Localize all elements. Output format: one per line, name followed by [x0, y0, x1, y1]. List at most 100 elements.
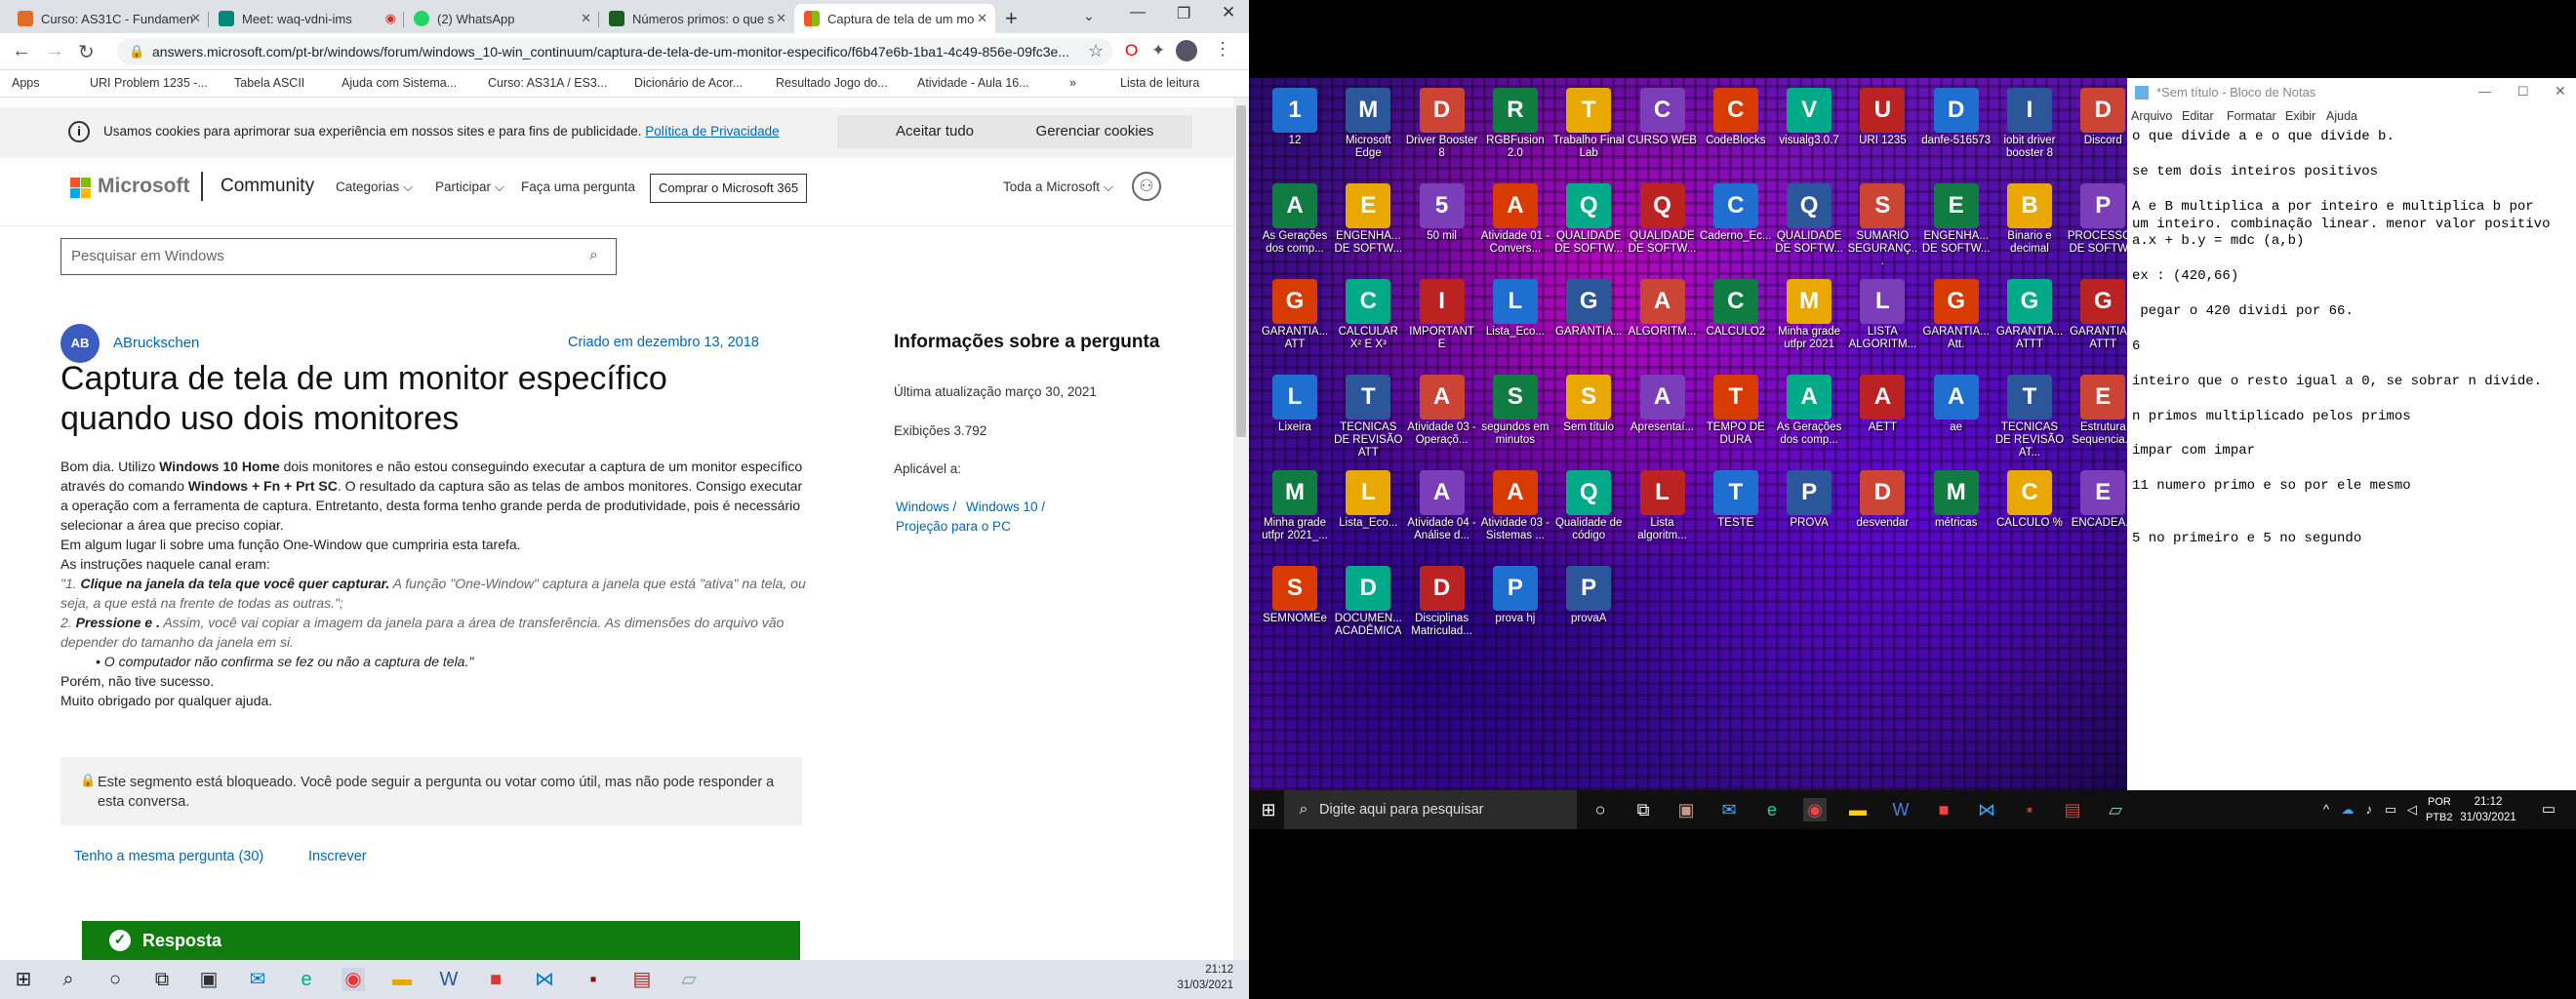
desktop-icon[interactable]: G GARANTIA... ATT — [1259, 275, 1331, 369]
clock-time[interactable]: 21:12 — [2459, 796, 2517, 808]
nav-faca-pergunta[interactable]: Faça uma pergunta — [521, 180, 635, 194]
desktop-icon[interactable]: Q Qualidade de código — [1552, 466, 1625, 560]
brand-name[interactable]: Microsoft — [98, 175, 190, 198]
winrar-icon[interactable]: ▤ — [2061, 798, 2084, 821]
desktop-icon[interactable]: U URI 1235 — [1846, 84, 1918, 178]
desktop-icon[interactable]: E ENCADEA... — [2067, 466, 2127, 560]
desktop-icon[interactable]: R RGBFusion 2.0 — [1479, 84, 1551, 178]
forward-icon[interactable]: → — [45, 40, 64, 62]
desktop-icon[interactable]: A AETT — [1846, 371, 1918, 464]
edge-icon[interactable]: e — [295, 968, 318, 991]
desktop-icon[interactable]: Ddanfe-516573 — [1920, 84, 1992, 178]
menu-ajuda[interactable]: Ajuda — [2326, 109, 2357, 123]
menu-kebab-icon[interactable]: ⋮ — [1214, 39, 1231, 60]
desktop-icon[interactable]: E ENGENHA... DE SOFTW... — [1332, 180, 1404, 273]
bookmark-uri[interactable]: URI Problem 1235 -... — [90, 76, 208, 90]
desktop-icon[interactable]: S SUMARIO SEGURANÇ... — [1846, 180, 1918, 273]
start-icon[interactable]: ⊞ — [1257, 798, 1280, 821]
tab-meet[interactable]: Meet: waq-vdni-ims ◉ — [209, 4, 404, 33]
notepad-text-area[interactable]: o que divide a e o que divide b. se tem … — [2127, 129, 2572, 790]
onedrive-icon[interactable]: ☁ — [2336, 798, 2359, 821]
snip-icon[interactable]: ▱ — [2104, 798, 2127, 821]
bookmarks-overflow[interactable]: » — [1069, 76, 1076, 90]
task-view-icon[interactable]: ⧉ — [1631, 798, 1655, 821]
desktop-icon[interactable]: L LISTA ALGORITM... — [1846, 275, 1918, 369]
desktop-icon[interactable]: L Lista algoritm... — [1627, 466, 1699, 560]
app-icon[interactable]: ■ — [484, 968, 507, 991]
desktop-icon[interactable]: C CALCULO % — [1993, 466, 2066, 560]
privacy-link[interactable]: Política de Privacidade — [645, 124, 779, 139]
reload-icon[interactable]: ↻ — [78, 40, 95, 64]
clock-time[interactable]: 21:12 — [1190, 964, 1233, 976]
desktop-icon[interactable]: A Apresentaí... — [1627, 371, 1699, 464]
desktop-icon[interactable]: A As Gerações dos comp... — [1259, 180, 1331, 273]
volume-icon[interactable]: ◁ — [2400, 798, 2424, 821]
edge-icon[interactable]: e — [1760, 798, 1784, 821]
buy-m365-button[interactable]: Comprar o Microsoft 365 — [650, 174, 808, 203]
terminal-icon[interactable]: ▪ — [582, 968, 605, 991]
desktop-icon[interactable]: L Lixeira — [1259, 371, 1331, 464]
app-icon[interactable]: ■ — [1932, 798, 1955, 821]
applies-windows10[interactable]: Windows 10 / — [966, 500, 1045, 514]
desktop-icon[interactable]: C Caderno_Ec... — [1700, 180, 1772, 273]
search-input[interactable]: Pesquisar em Windows — [60, 238, 617, 275]
opera-icon[interactable]: O — [1125, 41, 1138, 60]
word-icon[interactable]: W — [1889, 798, 1912, 821]
desktop-icon[interactable]: L Lista_Eco... — [1332, 466, 1404, 560]
word-icon[interactable]: W — [437, 968, 461, 991]
desktop-icon[interactable]: Mmétricas — [1920, 466, 1992, 560]
author-link[interactable]: ABruckschen — [113, 335, 199, 351]
bookmark-ascii[interactable]: Tabela ASCII — [234, 76, 304, 90]
notification-icon[interactable]: ▭ — [2537, 798, 2560, 821]
desktop-icon[interactable]: GGARANTIA... ATTT — [2067, 275, 2127, 369]
new-tab-button[interactable]: + — [1005, 6, 1018, 31]
winrar-icon[interactable]: ▤ — [630, 968, 654, 991]
close-icon[interactable]: ✕ — [2555, 83, 2566, 100]
desktop-icon[interactable]: PPROCESSOS DE SOFTW... — [2067, 180, 2127, 273]
desktop-icon[interactable]: M Microsoft Edge — [1332, 84, 1404, 178]
desktop-icon[interactable]: Ddesvendar — [1846, 466, 1918, 560]
desktop-icon[interactable]: I IMPORTANTE — [1406, 275, 1478, 369]
desktop-icon[interactable]: D Disciplinas Matriculad... — [1406, 562, 1478, 656]
tab-curso[interactable]: Curso: AS31C - Fundamen ✕ — [8, 4, 209, 33]
bookmark-ajuda[interactable]: Ajuda com Sistema... — [342, 76, 457, 90]
nav-participar[interactable]: Participar ⌵ — [435, 180, 504, 195]
desktop-icon[interactable]: B Binario e decimal — [1993, 180, 2066, 273]
desktop-icon[interactable]: GGARANTIA... ATTT — [1993, 275, 2066, 369]
folder-icon[interactable]: ▬ — [390, 968, 414, 991]
desktop-icon[interactable]: D DOCUMEN... ACADÊMICA — [1332, 562, 1404, 656]
same-question-link[interactable]: Tenho a mesma pergunta (30) — [74, 849, 263, 864]
manage-cookies-button[interactable]: Gerenciar cookies — [997, 115, 1192, 148]
account-icon[interactable]: ⚇ — [1132, 172, 1161, 201]
avatar[interactable]: AB — [60, 324, 100, 363]
bookmark-apps[interactable]: Apps — [12, 76, 40, 90]
store-icon[interactable]: ▣ — [1674, 798, 1698, 821]
microphone-icon[interactable]: ♪ — [2357, 798, 2381, 821]
desktop-icon[interactable]: D Driver Booster 8 — [1406, 84, 1478, 178]
close-icon[interactable]: ✕ — [581, 11, 591, 26]
desktop-icon[interactable]: Pprova hj — [1479, 562, 1551, 656]
close-icon[interactable]: ✕ — [977, 11, 987, 26]
back-icon[interactable]: ← — [12, 40, 31, 62]
desktop-icon[interactable]: T TESTE — [1700, 466, 1772, 560]
bookmark-star-icon[interactable]: ☆ — [1088, 41, 1104, 61]
maximize-icon[interactable]: ☐ — [2517, 84, 2529, 100]
menu-exibir[interactable]: Exibir — [2285, 109, 2315, 123]
tab-numeros-primos[interactable]: Números primos: o que s ✕ — [599, 4, 794, 33]
desktop-icon[interactable]: C CURSO WEB — [1627, 84, 1699, 178]
extensions-icon[interactable]: ✦ — [1151, 41, 1165, 60]
tab-search-icon[interactable]: ⌄ — [1083, 8, 1095, 24]
clock-date[interactable]: 31/03/2021 — [2459, 812, 2517, 823]
cortana-icon[interactable]: ○ — [1589, 798, 1612, 821]
desktop-icon[interactable]: G GARANTIA... Att. — [1920, 275, 1992, 369]
desktop-icon[interactable]: 5 50 mil — [1406, 180, 1478, 273]
snip-icon[interactable]: ▱ — [677, 968, 701, 991]
tab-captura[interactable]: Captura de tela de um mo ✕ — [794, 4, 995, 33]
tab-whatsapp[interactable]: (2) WhatsApp ✕ — [404, 4, 599, 33]
desktop-icon[interactable]: G GARANTIA... — [1552, 275, 1625, 369]
chrome-icon[interactable]: ◉ — [342, 968, 365, 991]
search-input[interactable]: Digite aqui para pesquisar — [1284, 790, 1577, 829]
terminal-icon[interactable]: ▪ — [2018, 798, 2041, 821]
chevron-up-icon[interactable]: ^ — [2314, 798, 2338, 821]
search-icon[interactable]: ⌕ — [57, 968, 80, 991]
